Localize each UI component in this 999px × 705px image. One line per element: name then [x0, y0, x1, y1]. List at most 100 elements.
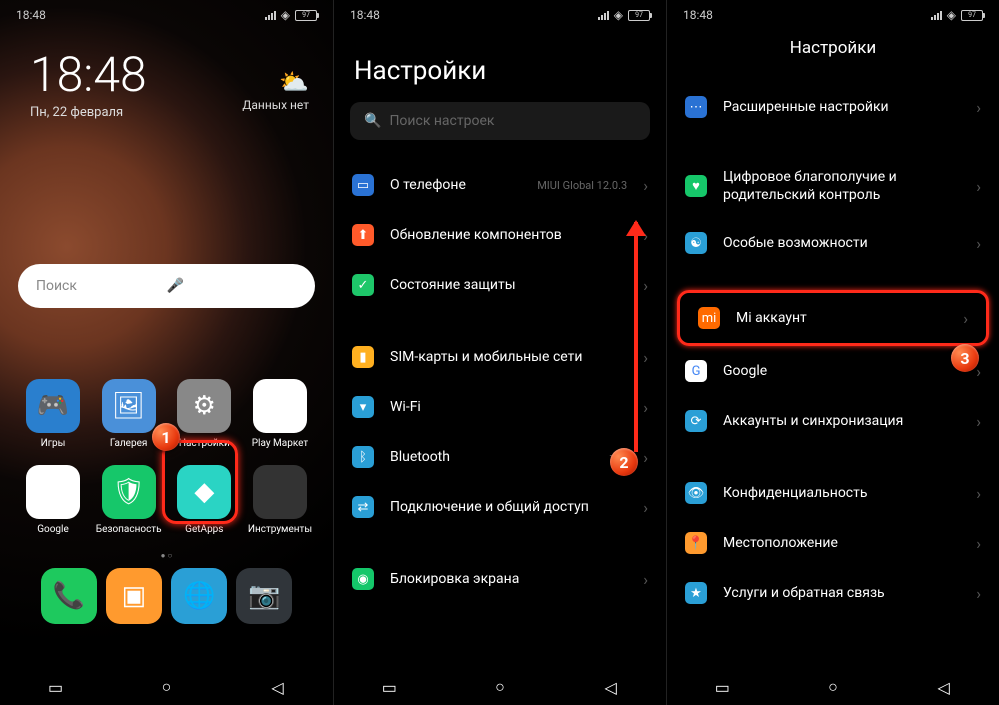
battery-icon: 97	[628, 10, 650, 21]
status-time: 18:48	[350, 8, 380, 22]
item-label: SIM-карты и мобильные сети	[390, 348, 627, 366]
app-Игры[interactable]: 🎮Игры	[20, 379, 86, 449]
nav-home[interactable]: ○	[158, 678, 176, 696]
status-time: 18:48	[683, 8, 713, 22]
page-indicator: ● ○	[20, 551, 313, 560]
homescreen: 18:48 ◈ 97 18:48 Пн, 22 февраля ⛅ Данных…	[0, 0, 333, 705]
item-subtitle: MIUI Global 12.0.3	[537, 179, 627, 192]
nav-bar: ▭ ○ ◁	[667, 669, 999, 705]
item-label: Особые возможности	[723, 234, 960, 252]
settings-item[interactable]: ♥ Цифровое благополучие и родительский к…	[667, 154, 999, 218]
item-icon: ⟳	[685, 410, 707, 432]
item-label: Bluetooth	[390, 448, 594, 466]
signal-icon	[265, 11, 276, 20]
item-icon: ♥	[685, 175, 707, 197]
chevron-right-icon: ›	[643, 276, 648, 295]
item-icon: ▭	[352, 174, 374, 196]
nav-back[interactable]: ◁	[935, 678, 953, 696]
battery-icon: 97	[295, 10, 317, 21]
status-bar: 18:48 ◈ 97	[334, 0, 666, 26]
settings-search[interactable]: 🔍 Поиск настроек	[350, 102, 650, 140]
chevron-right-icon: ›	[976, 484, 981, 503]
settings-item[interactable]: ✓ Состояние защиты ›	[334, 260, 666, 310]
chevron-right-icon: ›	[976, 534, 981, 553]
item-label: Цифровое благополучие и родительский кон…	[723, 168, 960, 204]
search-icon: 🔍	[364, 113, 381, 129]
nav-bar: ▭ ○ ◁	[0, 669, 333, 705]
nav-recent[interactable]: ▭	[713, 678, 731, 696]
settings-2: 18:48 ◈ 97 Настройки ⋯ Расширенные настр…	[666, 0, 999, 705]
item-icon: mi	[698, 307, 720, 329]
item-icon: ⬆	[352, 224, 374, 246]
settings-list[interactable]: ▭ О телефоне MIUI Global 12.0.3 › ⬆ Обно…	[334, 160, 666, 669]
dock-app[interactable]: 🌐	[171, 568, 227, 624]
app-Настройки[interactable]: ⚙Настройки	[171, 379, 237, 449]
item-label: О телефоне	[390, 176, 521, 194]
chevron-right-icon: ›	[643, 448, 648, 467]
nav-back[interactable]: ◁	[602, 678, 620, 696]
settings-item[interactable]: ⋯ Расширенные настройки ›	[667, 82, 999, 132]
settings-item[interactable]: ▮ SIM-карты и мобильные сети ›	[334, 332, 666, 382]
item-icon: ᛒ	[352, 446, 374, 468]
settings-item[interactable]: ★ Услуги и обратная связь ›	[667, 568, 999, 618]
item-label: Местоположение	[723, 534, 960, 552]
status-bar: 18:48 ◈ 97	[667, 0, 999, 26]
settings-item[interactable]: ⬆ Обновление компонентов ›	[334, 210, 666, 260]
chevron-right-icon: ›	[643, 176, 648, 195]
arrow-up	[634, 222, 638, 452]
item-icon: ◉	[352, 568, 374, 590]
settings-item[interactable]: 📍 Местоположение ›	[667, 518, 999, 568]
chevron-right-icon: ›	[976, 584, 981, 603]
dock: 📞▣🌐📷	[20, 568, 313, 637]
chevron-right-icon: ›	[976, 98, 981, 117]
settings-item[interactable]: ◉ Блокировка экрана ›	[334, 554, 666, 604]
settings-item[interactable]: 👁 Конфиденциальность ›	[667, 468, 999, 518]
item-icon: ▾	[352, 396, 374, 418]
dock-app[interactable]: ▣	[106, 568, 162, 624]
settings-item[interactable]: ▾ Wi-Fi ›	[334, 382, 666, 432]
mic-icon[interactable]: 🎤	[167, 278, 298, 294]
chevron-right-icon: ›	[976, 234, 981, 253]
chevron-right-icon: ›	[963, 309, 968, 328]
page-title: Настройки	[334, 26, 666, 102]
settings-item[interactable]: ☯ Особые возможности ›	[667, 218, 999, 268]
settings-item[interactable]: G Google ›	[667, 346, 999, 396]
wifi-icon: ◈	[281, 8, 290, 22]
item-icon: ⋯	[685, 96, 707, 118]
dock-app[interactable]: 📞	[41, 568, 97, 624]
weather-widget[interactable]: ⛅ Данных нет	[242, 68, 309, 112]
app-Безопасность[interactable]: 🛡Безопасность	[96, 465, 162, 535]
item-icon: ☯	[685, 232, 707, 254]
item-label: Состояние защиты	[390, 276, 627, 294]
search-bar[interactable]: Поиск 🎤	[18, 264, 315, 308]
nav-recent[interactable]: ▭	[47, 678, 65, 696]
nav-home[interactable]: ○	[491, 678, 509, 696]
chevron-right-icon: ›	[976, 412, 981, 431]
nav-recent[interactable]: ▭	[380, 678, 398, 696]
settings-item[interactable]: ⇄ Подключение и общий доступ ›	[334, 482, 666, 532]
item-label: Блокировка экрана	[390, 570, 627, 588]
highlight-1	[162, 440, 238, 524]
step-badge-2: 2	[610, 448, 638, 476]
item-icon: ✓	[352, 274, 374, 296]
nav-home[interactable]: ○	[824, 678, 842, 696]
chevron-right-icon: ›	[643, 348, 648, 367]
signal-icon	[598, 11, 609, 20]
item-icon: ▮	[352, 346, 374, 368]
settings-list[interactable]: ⋯ Расширенные настройки › ♥ Цифровое бла…	[667, 82, 999, 669]
item-label: Wi-Fi	[390, 398, 627, 416]
app-Инструменты[interactable]: Инструменты	[247, 465, 313, 535]
dock-app[interactable]: 📷	[236, 568, 292, 624]
search-placeholder: Поиск	[36, 278, 167, 294]
app-Google[interactable]: Google	[20, 465, 86, 535]
settings-item[interactable]: mi Mi аккаунт ›	[677, 290, 989, 346]
item-icon: 👁	[685, 482, 707, 504]
step-badge-1: 1	[152, 423, 180, 451]
wifi-icon: ◈	[947, 8, 956, 22]
settings-item[interactable]: ⟳ Аккаунты и синхронизация ›	[667, 396, 999, 446]
item-label: Mi аккаунт	[736, 309, 947, 327]
nav-back[interactable]: ◁	[269, 678, 287, 696]
app-Play Маркет[interactable]: ▶Play Маркет	[247, 379, 313, 449]
step-badge-3: 3	[951, 344, 979, 372]
settings-item[interactable]: ▭ О телефоне MIUI Global 12.0.3 ›	[334, 160, 666, 210]
